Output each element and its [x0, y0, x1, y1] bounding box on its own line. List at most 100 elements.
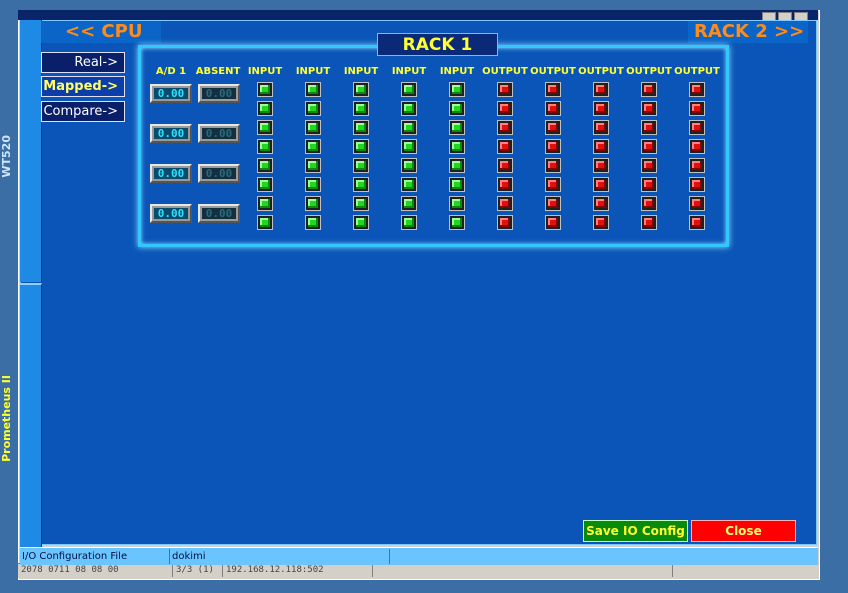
output-led-icon[interactable]: [641, 158, 657, 173]
output-led-icon[interactable]: [497, 215, 513, 230]
output-led-icon[interactable]: [497, 120, 513, 135]
input-led-icon[interactable]: [353, 101, 369, 116]
output-led-icon[interactable]: [545, 196, 561, 211]
next-rack-button[interactable]: RACK 2 >>: [688, 21, 808, 43]
input-led-icon[interactable]: [353, 82, 369, 97]
input-led-icon[interactable]: [305, 139, 321, 154]
input-led-icon[interactable]: [401, 101, 417, 116]
output-led-icon[interactable]: [641, 101, 657, 116]
output-led-icon[interactable]: [593, 120, 609, 135]
ad-value-field[interactable]: 0.00: [150, 124, 192, 143]
absent-value-field[interactable]: 0.00: [198, 84, 240, 103]
mode-mapped-button[interactable]: Mapped->: [41, 76, 125, 97]
input-led-icon[interactable]: [401, 158, 417, 173]
input-led-icon[interactable]: [449, 82, 465, 97]
input-led-icon[interactable]: [353, 120, 369, 135]
absent-value-field[interactable]: 0.00: [198, 204, 240, 223]
input-led-icon[interactable]: [353, 158, 369, 173]
output-led-icon[interactable]: [593, 177, 609, 192]
input-led-icon[interactable]: [305, 158, 321, 173]
output-led-icon[interactable]: [593, 196, 609, 211]
output-led-icon[interactable]: [497, 196, 513, 211]
input-led-icon[interactable]: [305, 120, 321, 135]
output-led-icon[interactable]: [689, 215, 705, 230]
input-led-icon[interactable]: [305, 101, 321, 116]
tab-prometheus[interactable]: [20, 283, 42, 547]
output-led-icon[interactable]: [641, 139, 657, 154]
input-led-icon[interactable]: [305, 196, 321, 211]
output-led-icon[interactable]: [545, 101, 561, 116]
output-led-icon[interactable]: [593, 82, 609, 97]
absent-value-field[interactable]: 0.00: [198, 124, 240, 143]
input-led-icon[interactable]: [257, 177, 273, 192]
background-titlebar: [18, 10, 818, 20]
output-led-icon[interactable]: [497, 158, 513, 173]
input-led-icon[interactable]: [257, 139, 273, 154]
input-led-icon[interactable]: [353, 215, 369, 230]
ad-value-field[interactable]: 0.00: [150, 204, 192, 223]
ad-value-field[interactable]: 0.00: [150, 84, 192, 103]
save-io-config-button[interactable]: Save IO Config: [583, 520, 688, 542]
input-led-icon[interactable]: [449, 196, 465, 211]
input-led-icon[interactable]: [449, 101, 465, 116]
column-header: ABSENT: [195, 66, 241, 77]
output-led-icon[interactable]: [497, 101, 513, 116]
output-led-icon[interactable]: [593, 215, 609, 230]
input-led-icon[interactable]: [353, 196, 369, 211]
input-led-icon[interactable]: [401, 177, 417, 192]
output-led-icon[interactable]: [689, 196, 705, 211]
input-led-icon[interactable]: [257, 158, 273, 173]
input-led-icon[interactable]: [353, 139, 369, 154]
close-button[interactable]: Close: [691, 520, 796, 542]
output-led-icon[interactable]: [593, 101, 609, 116]
input-led-icon[interactable]: [305, 82, 321, 97]
input-led-icon[interactable]: [449, 139, 465, 154]
output-led-icon[interactable]: [545, 139, 561, 154]
input-led-icon[interactable]: [401, 120, 417, 135]
output-led-icon[interactable]: [545, 215, 561, 230]
input-led-icon[interactable]: [401, 215, 417, 230]
input-led-icon[interactable]: [449, 215, 465, 230]
output-led-icon[interactable]: [497, 177, 513, 192]
mode-compare-button[interactable]: Compare->: [41, 101, 125, 122]
input-led-icon[interactable]: [257, 196, 273, 211]
output-led-icon[interactable]: [641, 215, 657, 230]
output-led-icon[interactable]: [545, 177, 561, 192]
output-led-icon[interactable]: [641, 120, 657, 135]
output-led-icon[interactable]: [689, 177, 705, 192]
input-led-icon[interactable]: [305, 215, 321, 230]
output-led-icon[interactable]: [689, 139, 705, 154]
output-led-icon[interactable]: [689, 101, 705, 116]
output-led-icon[interactable]: [641, 177, 657, 192]
input-led-icon[interactable]: [449, 158, 465, 173]
output-led-icon[interactable]: [641, 82, 657, 97]
input-led-icon[interactable]: [401, 196, 417, 211]
input-led-icon[interactable]: [449, 177, 465, 192]
input-led-icon[interactable]: [257, 82, 273, 97]
input-led-icon[interactable]: [257, 101, 273, 116]
output-led-icon[interactable]: [497, 139, 513, 154]
mode-real-button[interactable]: Real->: [41, 52, 125, 73]
absent-value-field[interactable]: 0.00: [198, 164, 240, 183]
input-led-icon[interactable]: [305, 177, 321, 192]
output-led-icon[interactable]: [593, 158, 609, 173]
prev-cpu-button[interactable]: << CPU: [41, 21, 161, 43]
input-led-icon[interactable]: [401, 82, 417, 97]
output-led-icon[interactable]: [497, 82, 513, 97]
input-led-icon[interactable]: [401, 139, 417, 154]
output-led-icon[interactable]: [689, 158, 705, 173]
status-empty: [390, 549, 818, 564]
input-led-icon[interactable]: [353, 177, 369, 192]
ad-value-field[interactable]: 0.00: [150, 164, 192, 183]
output-led-icon[interactable]: [689, 82, 705, 97]
output-led-icon[interactable]: [593, 139, 609, 154]
output-led-icon[interactable]: [545, 120, 561, 135]
tab-wt520[interactable]: [20, 20, 42, 282]
output-led-icon[interactable]: [545, 158, 561, 173]
output-led-icon[interactable]: [689, 120, 705, 135]
input-led-icon[interactable]: [449, 120, 465, 135]
input-led-icon[interactable]: [257, 120, 273, 135]
output-led-icon[interactable]: [545, 82, 561, 97]
output-led-icon[interactable]: [641, 196, 657, 211]
input-led-icon[interactable]: [257, 215, 273, 230]
